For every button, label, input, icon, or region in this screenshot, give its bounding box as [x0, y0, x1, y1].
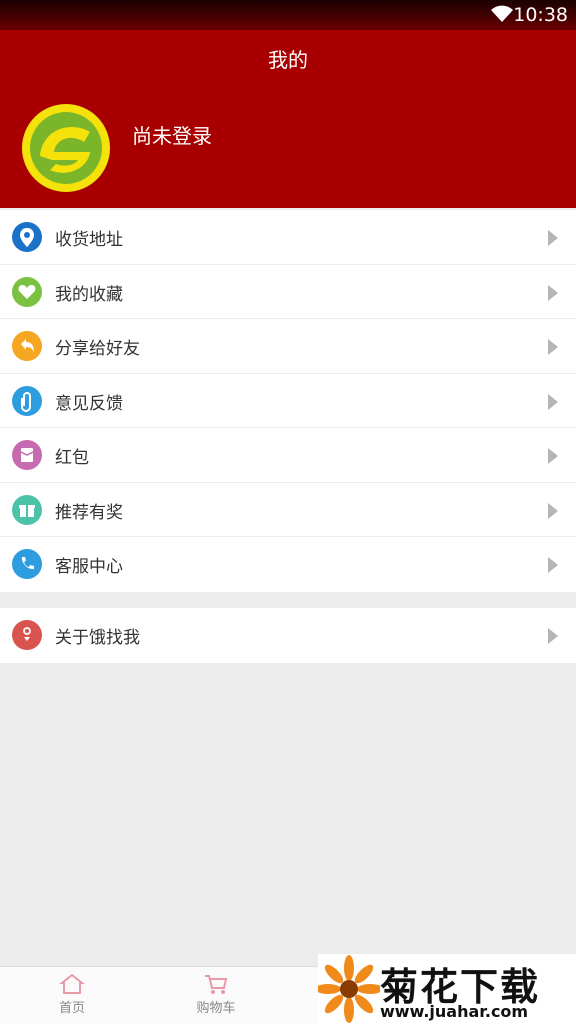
red-packet-icon [12, 440, 42, 470]
tab-cart[interactable]: 购物车 [176, 973, 256, 1016]
menu-item-label: 分享给好友 [55, 339, 140, 359]
avatar[interactable] [20, 102, 112, 194]
share-icon [12, 331, 42, 361]
home-icon [59, 973, 85, 994]
menu-item-red-packet[interactable]: 红包 [0, 428, 576, 483]
wifi-icon [491, 5, 513, 22]
menu-item-label: 客服中心 [55, 557, 123, 577]
cart-icon [205, 975, 228, 994]
page-title: 我的 [268, 48, 308, 72]
gift-icon [12, 494, 42, 525]
watermark-url: www.juahar.com [380, 1002, 529, 1021]
menu-item-share[interactable]: 分享给好友 [0, 319, 576, 374]
chevron-right-icon [548, 284, 558, 301]
menu-item-label: 收货地址 [55, 230, 123, 250]
tab-home[interactable]: 首页 [32, 973, 112, 1016]
menu-item-about[interactable]: 关于饿找我 [0, 608, 576, 663]
chevron-right-icon [548, 339, 558, 355]
login-prompt[interactable]: 尚未登录 [132, 120, 212, 149]
chevron-right-icon [548, 502, 558, 519]
paperclip-icon [12, 385, 42, 416]
menu-item-label: 关于饿找我 [55, 628, 140, 648]
watermark: 菊花下载网 www.juahar.com [318, 954, 576, 1024]
chevron-right-icon [548, 230, 558, 246]
menu-item-label: 我的收藏 [55, 284, 123, 305]
menu-item-address[interactable]: 收货地址 [0, 210, 576, 265]
flower-icon [318, 955, 380, 1023]
menu-item-favorites[interactable]: 我的收藏 [0, 265, 576, 319]
menu-item-feedback[interactable]: 意见反馈 [0, 374, 576, 428]
tab-label: 首页 [58, 1001, 85, 1016]
menu-item-label: 意见反馈 [55, 393, 123, 414]
tab-label: 购物车 [196, 1001, 236, 1016]
chevron-right-icon [548, 557, 558, 573]
location-pin-icon [12, 222, 42, 252]
menu-group-main: 收货地址 我的收藏 分享给好友 意见反馈 红包 推荐有奖 客服中心 [0, 210, 576, 592]
menu-item-customer-service[interactable]: 客服中心 [0, 537, 576, 592]
phone-icon [12, 549, 42, 579]
menu-item-referral[interactable]: 推荐有奖 [0, 483, 576, 537]
chevron-right-icon [548, 628, 558, 644]
status-time: 10:38 [513, 4, 568, 26]
menu-item-label: 推荐有奖 [55, 502, 123, 523]
menu-group-about: 关于饿找我 [0, 608, 576, 663]
chevron-right-icon [548, 448, 558, 464]
info-icon [12, 620, 42, 650]
menu-item-label: 红包 [55, 448, 89, 468]
heart-icon [12, 276, 42, 307]
chevron-right-icon [548, 393, 558, 410]
profile-header: 我的 尚未登录 [0, 30, 576, 208]
status-bar: 10:38 [0, 0, 576, 30]
